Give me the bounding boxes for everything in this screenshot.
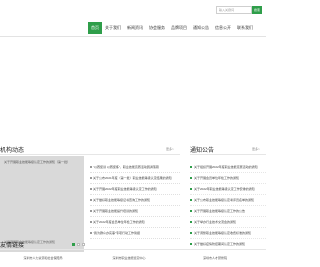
slider-dot[interactable] bbox=[77, 243, 80, 246]
header-divider bbox=[0, 36, 266, 37]
news-item[interactable]: 关于公布2021年度（第一批）职业技能等级认定结果的通知 bbox=[90, 173, 180, 184]
notice-item[interactable]: 关于举办行业技术交流会的通知 bbox=[190, 217, 266, 228]
search-button[interactable]: 搜索 bbox=[252, 6, 262, 14]
news-item[interactable]: 关于开展2022年度职业技能等级认定工作的通知 bbox=[90, 184, 180, 195]
photo-caption: 关于开展职业技能等级认定工作的通知（第一批） bbox=[4, 160, 71, 164]
friend-links: 深圳市人力资源和社会保障局 深圳市职业技能鉴定中心 深圳市人才研修院 bbox=[0, 256, 266, 260]
notice-item[interactable]: 关于调整职业技能等级认定收费标准的通知 bbox=[190, 228, 266, 239]
news-item[interactable]: 关于2022年度会员单位年检工作的通知 bbox=[90, 217, 180, 228]
news-more-link[interactable]: 更多> bbox=[166, 147, 174, 151]
news-divider bbox=[0, 154, 180, 155]
nav-item-about[interactable]: 关于我们 bbox=[102, 22, 124, 34]
notice-item[interactable]: 关于2022年职业技能等级认定工作安排的通知 bbox=[190, 184, 266, 195]
nav-item-services[interactable]: 协会服务 bbox=[146, 22, 168, 34]
links-divider bbox=[0, 249, 266, 250]
notice-item[interactable]: 关于开展会员单位年检工作的通知 bbox=[190, 173, 266, 184]
slider-dot[interactable] bbox=[82, 243, 85, 246]
news-item[interactable]: “以赛促训 以赛促练”，职业技能竞赛活动圆满落幕 bbox=[90, 162, 180, 173]
notices-section-title: 通知公告 bbox=[190, 148, 215, 154]
news-list: “以赛促训 以赛促练”，职业技能竞赛活动圆满落幕 关于公布2021年度（第一批）… bbox=[90, 162, 180, 239]
friend-link[interactable]: 深圳市人力资源和社会保障局 bbox=[0, 256, 86, 260]
news-item[interactable]: 关于做好职业技能等级证书查询工作的通知 bbox=[90, 195, 180, 206]
nav-item-notices[interactable]: 通知公告 bbox=[190, 22, 212, 34]
nav-item-brand[interactable]: 品牌项目 bbox=[168, 22, 190, 34]
main-nav: 首页 关于我们 新闻资讯 协会服务 品牌项目 通知公告 信息公开 联系我们 bbox=[88, 22, 256, 34]
nav-item-contact[interactable]: 联系我们 bbox=[234, 22, 256, 34]
news-item[interactable]: “我为群众办实事”专项行动工作简报 bbox=[90, 228, 180, 239]
nav-item-disclosure[interactable]: 信息公开 bbox=[212, 22, 234, 34]
news-section-title: 机构动态 bbox=[0, 148, 25, 154]
slider-dots bbox=[72, 243, 85, 246]
search-input[interactable]: 输入关键词 bbox=[216, 6, 252, 14]
nav-item-home[interactable]: 首页 bbox=[88, 22, 102, 34]
nav-item-news[interactable]: 新闻资讯 bbox=[124, 22, 146, 34]
links-section-title: 友情链接 bbox=[0, 243, 25, 249]
slider-dot[interactable] bbox=[72, 243, 75, 246]
notices-divider bbox=[190, 154, 266, 155]
notices-more-link[interactable]: 更多> bbox=[252, 147, 260, 151]
notice-list: 关于组织开展2022年度职业技能竞赛活动的通知 关于开展会员单位年检工作的通知 … bbox=[190, 162, 266, 250]
news-item[interactable]: 关于开展职业技能提升培训的通知 bbox=[90, 206, 180, 217]
notice-item[interactable]: 关于组织开展2022年度职业技能竞赛活动的通知 bbox=[190, 162, 266, 173]
notice-item[interactable]: 关于公布职业技能等级认定考评员名单的通知 bbox=[190, 195, 266, 206]
page: 输入关键词 搜索 首页 关于我们 新闻资讯 协会服务 品牌项目 通知公告 信息公… bbox=[0, 0, 266, 267]
friend-link[interactable]: 深圳市职业技能鉴定中心 bbox=[86, 256, 172, 260]
friend-link[interactable]: 深圳市人才研修院 bbox=[172, 256, 258, 260]
notice-item[interactable]: 关于开展职业技能等级认定工作的公告 bbox=[190, 206, 266, 217]
news-photo-slider[interactable]: 关于开展职业技能等级认定工作的通知（第一批） 关于开展职业技能等级认定工作的通知 bbox=[0, 156, 84, 252]
